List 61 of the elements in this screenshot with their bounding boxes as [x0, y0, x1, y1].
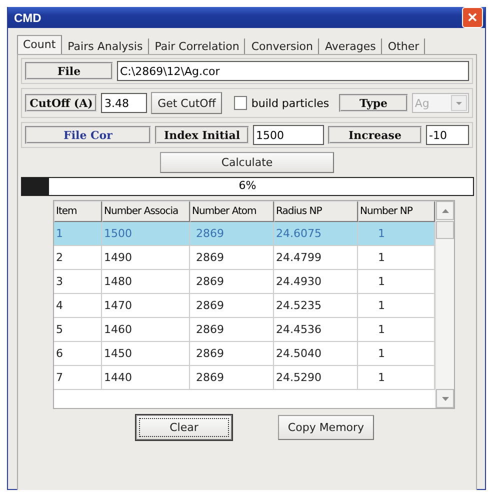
window-title: CMD — [14, 10, 42, 24]
table-cell[interactable]: 24.4930 — [274, 270, 358, 294]
table-cell[interactable]: 1440 — [102, 366, 190, 390]
table-cell[interactable]: 24.5040 — [274, 342, 358, 366]
table-cell[interactable]: 1460 — [102, 318, 190, 342]
table-cell[interactable]: 1480 — [102, 270, 190, 294]
index-initial-label: Index Initial — [155, 126, 249, 144]
build-particles-checkbox[interactable] — [234, 96, 248, 110]
table-cell[interactable]: 1 — [358, 366, 435, 390]
type-label: Type — [339, 94, 408, 112]
table-cell[interactable]: 24.5290 — [274, 366, 358, 390]
up-arrow-icon — [442, 208, 448, 212]
table-cell[interactable]: 1 — [358, 246, 435, 270]
table-cell[interactable]: 2869 — [190, 294, 274, 318]
calculate-button[interactable]: Calculate — [160, 152, 334, 173]
table-cell[interactable]: 2869 — [190, 318, 274, 342]
column-header[interactable]: Item — [54, 201, 102, 222]
column-header[interactable]: Number Associa — [102, 201, 190, 222]
index-initial-field[interactable]: 1500 — [253, 125, 324, 145]
table-cell[interactable]: 1470 — [102, 294, 190, 318]
table-cell[interactable]: 2869 — [190, 246, 274, 270]
action-button[interactable]: Clear — [136, 415, 232, 440]
table-cell[interactable]: 24.5235 — [274, 294, 358, 318]
tab[interactable]: Count — [17, 35, 62, 54]
table-cell[interactable]: 1490 — [102, 246, 190, 270]
increase-label: Increase — [328, 126, 422, 144]
table-cell[interactable]: 1 — [358, 270, 435, 294]
increase-field[interactable]: -10 — [426, 125, 469, 145]
file-cor-label: File Cor — [25, 126, 151, 144]
down-arrow-icon — [442, 396, 448, 400]
table-cell[interactable]: 4 — [54, 294, 102, 318]
progress-reading: 6% — [238, 179, 256, 192]
file-label: File — [25, 62, 113, 80]
table-cell[interactable]: 3 — [54, 270, 102, 294]
scrollbar[interactable] — [435, 201, 454, 408]
scroll-down-button[interactable] — [436, 389, 454, 408]
get-cutoff-button[interactable]: Get CutOff — [151, 92, 222, 114]
column-header[interactable]: Radius NP — [274, 201, 358, 222]
scroll-up-button[interactable] — [436, 201, 454, 220]
table-cell[interactable]: 6 — [54, 342, 102, 366]
column-header[interactable]: Number NP — [358, 201, 435, 222]
table-cell[interactable]: 1 — [358, 318, 435, 342]
cutoff-label: CutOff (A) — [25, 94, 98, 112]
build-particles-label: build particles — [251, 96, 330, 110]
table-cell[interactable]: 2869 — [190, 270, 274, 294]
table-cell[interactable]: 2869 — [190, 366, 274, 390]
table-cell[interactable]: 24.4536 — [274, 318, 358, 342]
table-cell[interactable]: 2869 — [190, 342, 274, 366]
table-cell[interactable]: 5 — [54, 318, 102, 342]
table-cell[interactable]: 7 — [54, 366, 102, 390]
action-button[interactable]: Copy Memory — [278, 415, 374, 440]
table-cell[interactable]: 1450 — [102, 342, 190, 366]
table-cell[interactable]: 2 — [54, 246, 102, 270]
cutoff-field[interactable]: 3.48 — [101, 93, 148, 113]
file-field[interactable]: C:\2869\12\Ag.cor — [117, 61, 469, 81]
column-header[interactable]: Number Atom — [190, 201, 274, 222]
table-cell[interactable]: 24.4799 — [274, 246, 358, 270]
table-cell[interactable]: 1 — [358, 294, 435, 318]
close-button[interactable]: ✕ — [462, 7, 483, 28]
table-cell[interactable]: 1 — [358, 342, 435, 366]
scroll-thumb[interactable] — [436, 221, 454, 239]
